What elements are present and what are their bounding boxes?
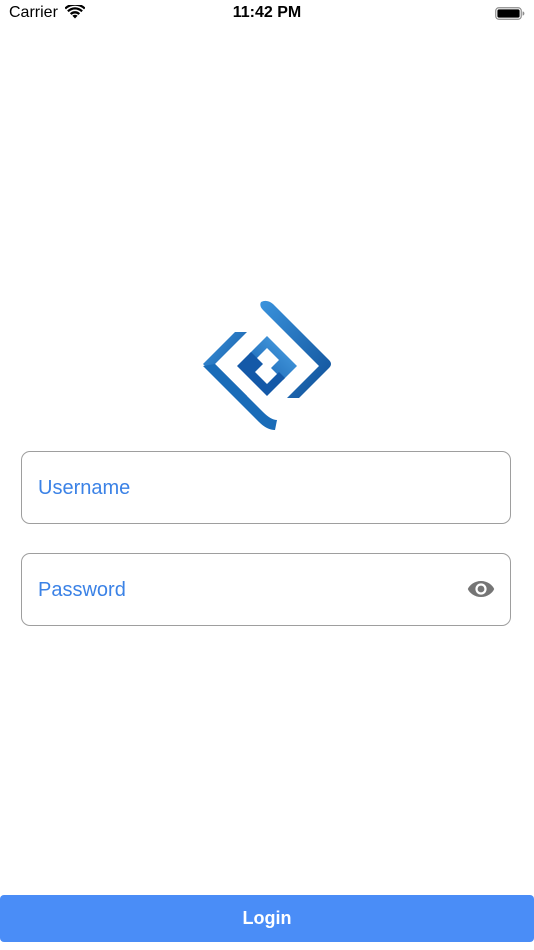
login-screen: Carrier 11:42 PM Username Login [0, 0, 534, 950]
password-input[interactable] [36, 554, 460, 627]
login-button[interactable]: Login [0, 895, 534, 942]
status-time: 11:42 PM [232, 4, 302, 21]
username-input[interactable] [36, 452, 460, 525]
username-field[interactable] [21, 451, 511, 525]
status-bar: Carrier 11:42 PM [0, 0, 534, 28]
eye-icon[interactable] [467, 578, 495, 600]
app-logo [203, 300, 331, 430]
battery-icon [495, 7, 525, 20]
password-field[interactable] [21, 553, 511, 627]
